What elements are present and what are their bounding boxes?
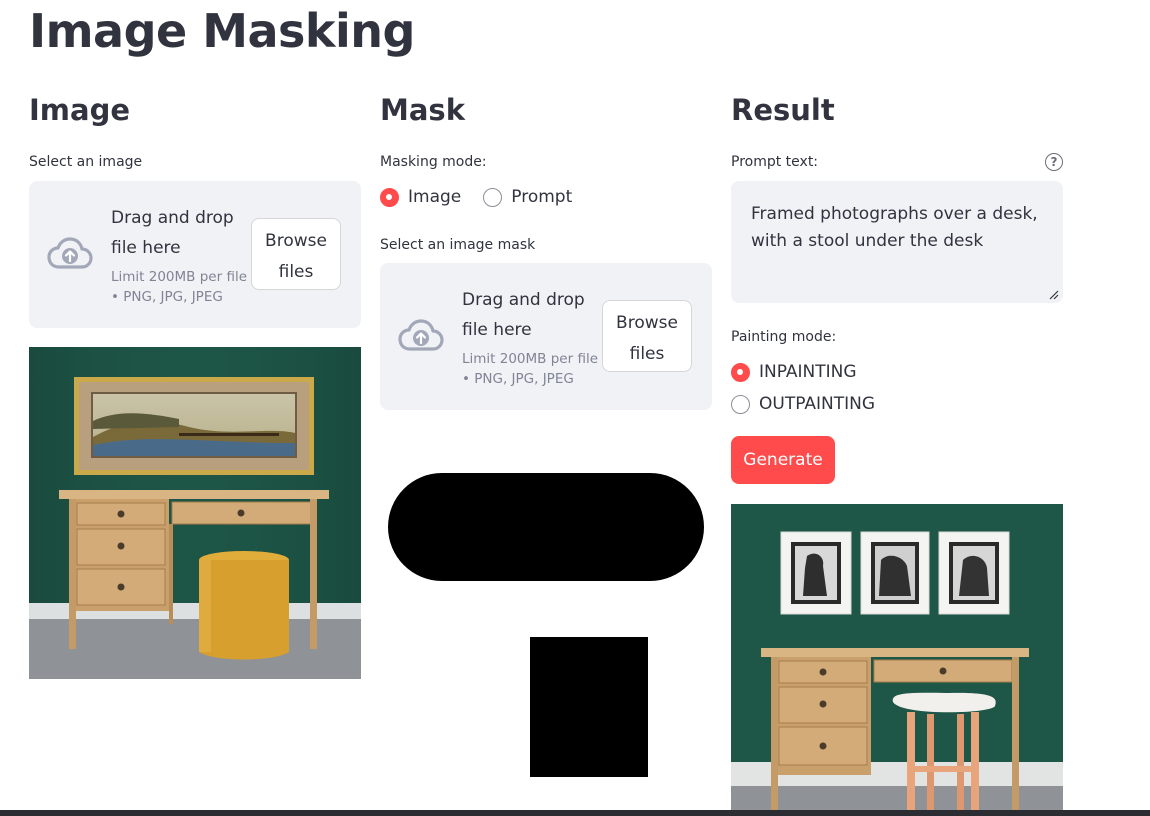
radio-prompt-label[interactable]: Prompt xyxy=(511,187,572,207)
painting-mode-inpainting[interactable]: INPAINTING xyxy=(731,362,1063,382)
drag-drop-text: Drag and drop file here xyxy=(111,208,234,258)
result-image xyxy=(731,504,1063,810)
radio-outpainting-label[interactable]: OUTPAINTING xyxy=(759,394,875,414)
help-circle-icon[interactable]: ? xyxy=(1045,153,1063,171)
resize-handle-icon[interactable] xyxy=(1049,290,1059,300)
limit-text: Limit 200MB per file xyxy=(111,269,248,285)
painting-mode-label: Painting mode: xyxy=(731,329,837,345)
radio-outpainting[interactable] xyxy=(731,394,750,414)
result-column: Result Prompt text: ? Framed photographs… xyxy=(731,90,1063,484)
mask-heading: Mask xyxy=(380,93,465,127)
mask-uploader[interactable]: Drag and drop file here Limit 200MB per … xyxy=(380,263,712,410)
image-uploader[interactable]: Drag and drop file here Limit 200MB per … xyxy=(29,181,361,328)
image-column: Image Select an image Drag and drop file… xyxy=(29,90,361,328)
prompt-text-label: Prompt text: xyxy=(731,154,819,170)
select-image-label: Select an image xyxy=(29,154,143,170)
prompt-text-label-row: Prompt text: ? xyxy=(731,152,1063,172)
generate-button[interactable]: Generate xyxy=(731,436,835,484)
file-types-text: • PNG, JPG, JPEG xyxy=(111,289,223,305)
radio-image[interactable] xyxy=(380,187,399,207)
result-heading: Result xyxy=(731,93,835,127)
mask-column: Mask Masking mode: Image Prompt Select a… xyxy=(380,90,712,410)
mask-image xyxy=(380,447,712,779)
cloud-upload-icon xyxy=(47,237,93,269)
prompt-textarea-value: Framed photographs over a desk, with a s… xyxy=(751,204,1038,251)
painting-mode-outpainting[interactable]: OUTPAINTING xyxy=(731,394,1063,414)
source-image xyxy=(29,347,361,679)
masking-mode-label: Masking mode: xyxy=(380,154,487,170)
radio-inpainting-label[interactable]: INPAINTING xyxy=(759,362,857,382)
masking-mode-group: Image Prompt xyxy=(380,187,712,207)
page-title: Image Masking xyxy=(29,4,415,58)
radio-image-label[interactable]: Image xyxy=(408,187,461,207)
image-heading: Image xyxy=(29,93,131,127)
radio-prompt[interactable] xyxy=(483,187,503,207)
prompt-textarea[interactable]: Framed photographs over a desk, with a s… xyxy=(731,181,1063,303)
drag-drop-text: Drag and drop file here xyxy=(462,290,585,340)
browse-files-button[interactable]: Browse files xyxy=(251,218,341,290)
cloud-upload-icon xyxy=(398,319,444,351)
bottom-bar xyxy=(0,810,1150,816)
radio-inpainting[interactable] xyxy=(731,362,750,382)
select-mask-label: Select an image mask xyxy=(380,237,536,253)
limit-text: Limit 200MB per file xyxy=(462,351,599,367)
file-types-text: • PNG, JPG, JPEG xyxy=(462,371,574,387)
browse-files-button[interactable]: Browse files xyxy=(602,300,692,372)
